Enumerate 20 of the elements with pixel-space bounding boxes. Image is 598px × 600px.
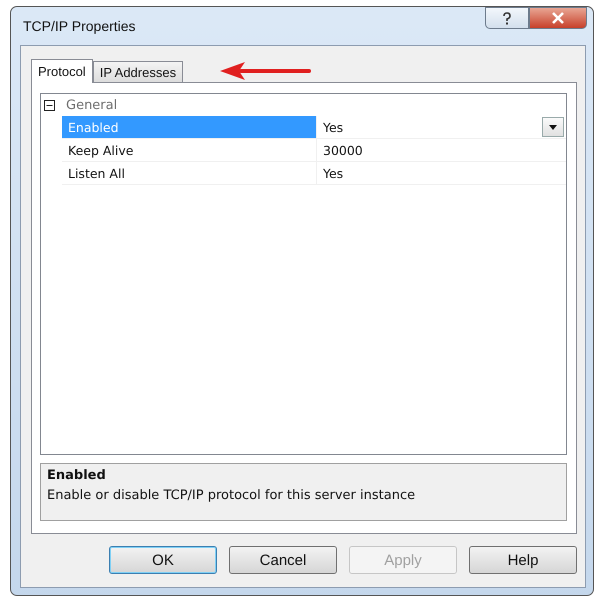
- dialog-button[interactable]: Cancel: [229, 546, 337, 574]
- window-title: TCP/IP Properties: [23, 18, 136, 34]
- dialog-button[interactable]: OK: [109, 546, 217, 574]
- close-icon: [551, 12, 565, 24]
- tab[interactable]: IP Addresses: [92, 61, 184, 82]
- close-button[interactable]: [529, 7, 587, 29]
- dialog-button[interactable]: Help: [469, 546, 577, 574]
- property-value: Yes: [316, 162, 566, 184]
- tab[interactable]: Protocol: [31, 59, 93, 83]
- caret-icon: [549, 124, 557, 130]
- collapse-icon[interactable]: [44, 100, 55, 110]
- description-text: Enable or disable TCP/IP protocol for this server instance: [47, 488, 416, 503]
- help-button[interactable]: [485, 7, 529, 29]
- property-value: 30000: [316, 139, 566, 161]
- question-icon: [502, 12, 512, 24]
- property-name[interactable]: Keep Alive: [62, 139, 316, 161]
- property-name[interactable]: Listen All: [62, 162, 316, 184]
- description-title: Enabled: [47, 468, 107, 483]
- category-label: General: [66, 98, 118, 112]
- dropdown-button[interactable]: [542, 117, 564, 137]
